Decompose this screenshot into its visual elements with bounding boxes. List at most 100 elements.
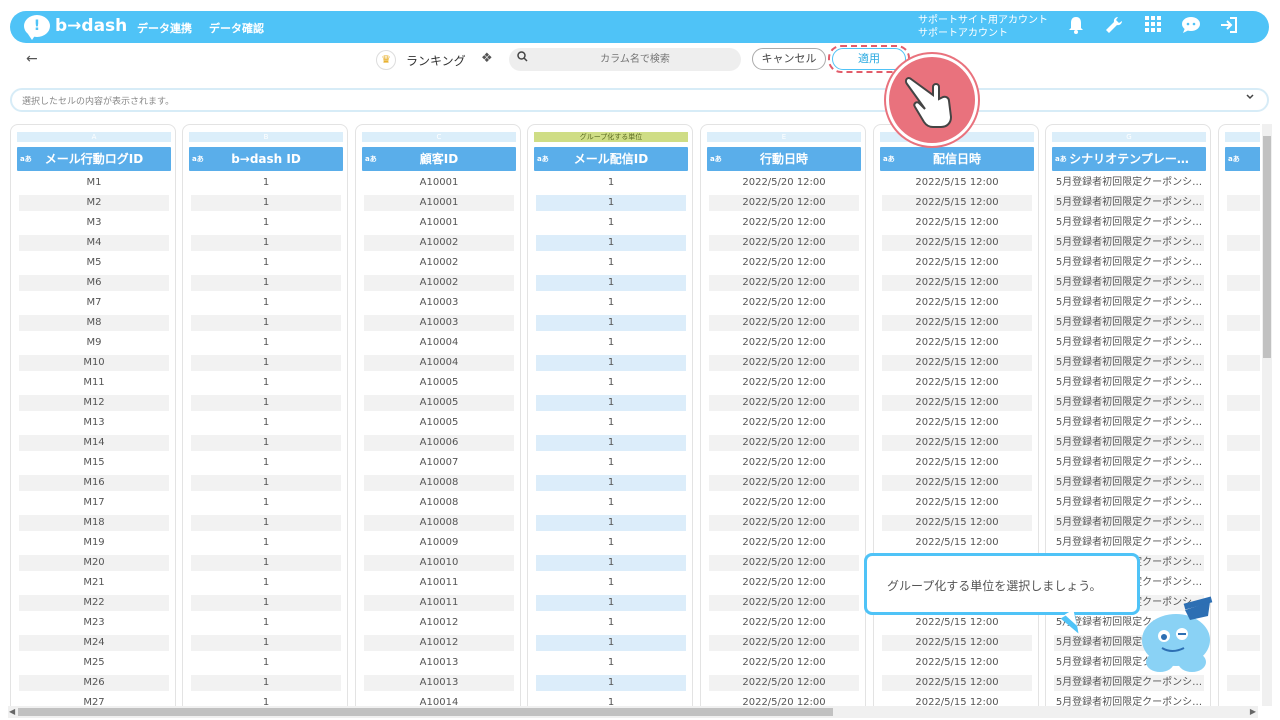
table-cell[interactable]: 5月登 <box>1227 315 1260 331</box>
table-cell[interactable]: 1 <box>191 375 341 391</box>
table-cell[interactable]: M21 <box>19 575 169 591</box>
table-cell[interactable]: 5月登 <box>1227 675 1260 691</box>
back-arrow-icon[interactable]: ← <box>26 51 38 67</box>
table-cell[interactable]: 5月登 <box>1227 515 1260 531</box>
table-cell[interactable]: A10007 <box>364 455 514 471</box>
table-cell[interactable]: 2022/5/20 12:00 <box>709 455 859 471</box>
table-cell[interactable]: 5月登録者初回限定クーポンシ… <box>1054 195 1204 211</box>
table-cell[interactable]: A10005 <box>364 415 514 431</box>
column-letter[interactable]: A <box>17 132 171 142</box>
table-cell[interactable]: 5月登録者初回限定クーポンシ… <box>1054 215 1204 231</box>
table-cell[interactable]: A10011 <box>364 575 514 591</box>
table-cell[interactable]: 1 <box>536 215 686 231</box>
table-cell[interactable]: A10002 <box>364 235 514 251</box>
table-cell[interactable]: A10012 <box>364 635 514 651</box>
table-cell[interactable]: 2022/5/15 12:00 <box>882 315 1032 331</box>
table-cell[interactable]: A10008 <box>364 475 514 491</box>
table-cell[interactable]: 1 <box>536 595 686 611</box>
horizontal-scrollbar[interactable]: ◀ ▶ <box>8 706 1258 718</box>
table-cell[interactable]: A10002 <box>364 255 514 271</box>
table-cell[interactable]: 5月登 <box>1227 435 1260 451</box>
table-cell[interactable]: 5月登録者初回限定クーポンシ… <box>1054 475 1204 491</box>
table-cell[interactable]: A10011 <box>364 595 514 611</box>
scroll-left-icon[interactable]: ◀ <box>9 707 15 716</box>
nav-data-check[interactable]: データ確認 <box>209 20 264 36</box>
column-letter[interactable]: C <box>362 132 516 142</box>
bell-icon[interactable] <box>1065 16 1087 38</box>
wrench-icon[interactable] <box>1103 16 1125 38</box>
grid-icon[interactable] <box>1142 16 1164 38</box>
table-cell[interactable]: 1 <box>191 395 341 411</box>
table-cell[interactable]: M3 <box>19 215 169 231</box>
table-cell[interactable]: 5月登 <box>1227 415 1260 431</box>
column-letter[interactable]: B <box>189 132 343 142</box>
table-cell[interactable]: 5月登録者初回限定クーポンシ… <box>1054 335 1204 351</box>
table-cell[interactable]: 2022/5/20 12:00 <box>709 175 859 191</box>
table-cell[interactable]: 5月登録者初回限定クーポンシ… <box>1054 515 1204 531</box>
table-cell[interactable]: 1 <box>536 315 686 331</box>
table-cell[interactable]: 2022/5/15 12:00 <box>882 275 1032 291</box>
table-cell[interactable]: 1 <box>536 175 686 191</box>
horizontal-scroll-thumb[interactable] <box>18 708 833 716</box>
table-cell[interactable]: A10002 <box>364 275 514 291</box>
table-cell[interactable]: 5月登 <box>1227 575 1260 591</box>
chevron-down-icon[interactable] <box>1245 92 1255 105</box>
table-cell[interactable]: 1 <box>536 515 686 531</box>
table-cell[interactable]: 1 <box>191 435 341 451</box>
table-cell[interactable]: 2022/5/20 12:00 <box>709 195 859 211</box>
table-cell[interactable]: 2022/5/15 12:00 <box>882 395 1032 411</box>
cancel-button[interactable]: キャンセル <box>752 48 826 70</box>
table-cell[interactable]: M4 <box>19 235 169 251</box>
table-cell[interactable]: 5月登録者初回限定クーポンシ… <box>1054 315 1204 331</box>
table-cell[interactable]: 5月登 <box>1227 495 1260 511</box>
table-cell[interactable]: M14 <box>19 435 169 451</box>
table-cell[interactable]: M27 <box>19 695 169 706</box>
table-cell[interactable]: M8 <box>19 315 169 331</box>
table-cell[interactable]: 1 <box>536 235 686 251</box>
table-cell[interactable]: 5月登 <box>1227 595 1260 611</box>
table-cell[interactable]: 2022/5/20 12:00 <box>709 675 859 691</box>
table-cell[interactable]: M18 <box>19 515 169 531</box>
table-cell[interactable]: 5月登録者初回限定クーポンシ… <box>1054 175 1204 191</box>
table-cell[interactable]: 5月登 <box>1227 255 1260 271</box>
table-cell[interactable]: 2022/5/15 12:00 <box>882 495 1032 511</box>
table-cell[interactable]: 2022/5/15 12:00 <box>882 435 1032 451</box>
table-cell[interactable]: 1 <box>536 275 686 291</box>
table-cell[interactable]: 2022/5/20 12:00 <box>709 575 859 591</box>
table-cell[interactable]: 1 <box>191 495 341 511</box>
table-cell[interactable]: 1 <box>191 215 341 231</box>
table-cell[interactable]: 1 <box>191 335 341 351</box>
table-cell[interactable]: A10001 <box>364 195 514 211</box>
table-cell[interactable]: 5月登録者初回限定クーポンシ… <box>1054 395 1204 411</box>
scroll-right-icon[interactable]: ▶ <box>1250 707 1256 716</box>
table-cell[interactable]: 1 <box>191 235 341 251</box>
table-cell[interactable]: 1 <box>536 375 686 391</box>
table-cell[interactable]: 5月登録者初回限定クーポンシ… <box>1054 495 1204 511</box>
table-cell[interactable]: M1 <box>19 175 169 191</box>
table-cell[interactable]: 1 <box>536 475 686 491</box>
table-cell[interactable]: M6 <box>19 275 169 291</box>
table-cell[interactable]: 1 <box>191 575 341 591</box>
table-cell[interactable]: 1 <box>191 295 341 311</box>
column-header[interactable]: aあメ <box>1225 147 1260 171</box>
table-cell[interactable]: 2022/5/15 12:00 <box>882 475 1032 491</box>
table-cell[interactable]: 5月登 <box>1227 695 1260 706</box>
table-cell[interactable]: 1 <box>536 635 686 651</box>
account-info[interactable]: サポートサイト用アカウント サポートアカウント <box>918 14 1048 40</box>
table-cell[interactable]: 1 <box>536 435 686 451</box>
table-cell[interactable]: 1 <box>191 195 341 211</box>
table-cell[interactable]: 2022/5/15 12:00 <box>882 675 1032 691</box>
table-cell[interactable]: 2022/5/20 12:00 <box>709 615 859 631</box>
table-cell[interactable]: A10010 <box>364 555 514 571</box>
table-cell[interactable]: 2022/5/20 12:00 <box>709 375 859 391</box>
table-cell[interactable]: 1 <box>536 335 686 351</box>
table-cell[interactable]: 2022/5/20 12:00 <box>709 595 859 611</box>
table-cell[interactable]: 5月登 <box>1227 295 1260 311</box>
table-cell[interactable]: A10003 <box>364 295 514 311</box>
column-header[interactable]: aあ メール配信ID <box>534 147 688 171</box>
table-cell[interactable]: 2022/5/15 12:00 <box>882 195 1032 211</box>
table-cell[interactable]: 1 <box>191 535 341 551</box>
table-cell[interactable]: 1 <box>536 555 686 571</box>
table-cell[interactable]: 2022/5/20 12:00 <box>709 415 859 431</box>
table-cell[interactable]: 5月登 <box>1227 195 1260 211</box>
